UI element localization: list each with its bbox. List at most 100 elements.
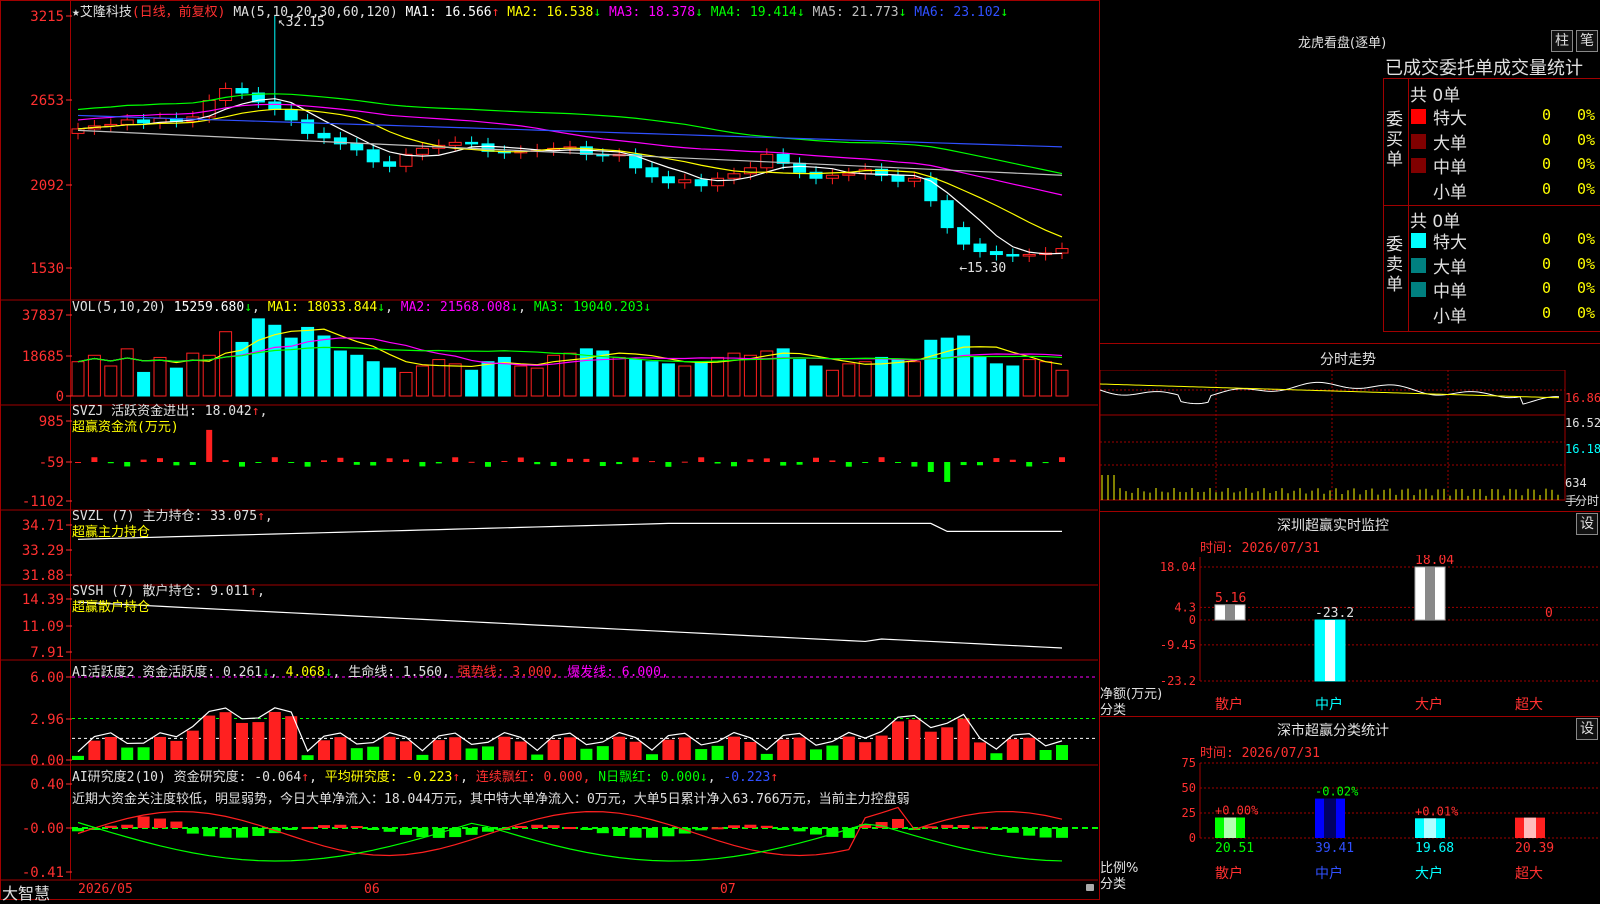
research-bar bbox=[892, 818, 904, 828]
buy-row-pct: 0% bbox=[1577, 130, 1596, 149]
buy-color-swatch bbox=[1411, 182, 1426, 198]
kline-header: ★艾隆科技(日线，前复权) MA(5,10,20,30,60,120) MA1:… bbox=[72, 1, 1008, 20]
activity-bar bbox=[711, 745, 724, 760]
svzj-bar bbox=[714, 462, 721, 464]
classify-bar-shade bbox=[1324, 798, 1336, 838]
monitor-value-label: 18.04 bbox=[1415, 555, 1454, 568]
activity-bar bbox=[465, 748, 478, 760]
classify-change-label: -0.02% bbox=[1315, 785, 1359, 799]
intraday-tick-1: 16.52 bbox=[1565, 416, 1600, 430]
monitor-category: 大户 bbox=[1415, 696, 1443, 713]
research-bar bbox=[646, 828, 658, 838]
y-tick: 14.39 bbox=[22, 592, 64, 608]
volume-bar bbox=[760, 350, 774, 397]
candle bbox=[383, 161, 397, 167]
candle bbox=[694, 179, 708, 187]
svzj-bar bbox=[157, 458, 163, 462]
monitor-settings-button[interactable]: 设 bbox=[1576, 513, 1598, 535]
volume-bar bbox=[120, 348, 134, 397]
volume-bar bbox=[907, 361, 921, 397]
y-tick: 985 bbox=[39, 414, 64, 430]
research-bar bbox=[564, 827, 576, 830]
candle bbox=[301, 119, 315, 134]
monitor-tick: -9.45 bbox=[1160, 638, 1196, 652]
research-bar bbox=[662, 828, 675, 837]
volume-bar bbox=[399, 371, 413, 397]
buy-row-count: 0 bbox=[1542, 179, 1552, 198]
candle bbox=[120, 119, 134, 125]
candle bbox=[661, 176, 675, 184]
svzj-bar bbox=[845, 462, 852, 467]
vol-ma3: MA3: 19040.203 bbox=[533, 300, 644, 315]
monitor-chart[interactable]: 18.044.30-9.45-23.25.16散户-23.2中户18.04大户0… bbox=[1100, 555, 1600, 715]
buy-color-swatch bbox=[1411, 158, 1426, 173]
activity-bar bbox=[892, 721, 904, 760]
activity-bar bbox=[1006, 739, 1019, 760]
svzj-bar bbox=[485, 462, 491, 467]
ai-active-v2: 4.068 bbox=[285, 665, 325, 680]
svzj-bar bbox=[649, 461, 655, 463]
volume-bar bbox=[743, 354, 757, 397]
activity-bar bbox=[646, 754, 658, 760]
sell-row-name: 大单 bbox=[1433, 257, 1467, 278]
svzj-bar bbox=[435, 462, 442, 464]
activity-bar bbox=[728, 736, 740, 760]
svzj-bar bbox=[681, 461, 688, 463]
activity-bar bbox=[432, 740, 445, 760]
classify-chart[interactable]: 75 50 25 0 +0.00% 20.51 散户 -0.02% 39.41 中户 +0.01% 1… bbox=[1100, 755, 1600, 900]
research-bar bbox=[613, 828, 626, 836]
intraday-chart[interactable] bbox=[1100, 370, 1600, 510]
ma-value-3: MA3: 18.378 bbox=[609, 5, 696, 20]
activity-bar bbox=[924, 731, 937, 760]
research-bar bbox=[1023, 828, 1036, 836]
research-bar bbox=[695, 828, 708, 831]
activity-bar bbox=[908, 719, 921, 760]
svzj-bar bbox=[255, 462, 262, 463]
sell-color-swatch bbox=[1411, 257, 1426, 273]
svzj-bar bbox=[567, 458, 573, 462]
intraday-tick-0: 16.86 bbox=[1565, 391, 1600, 405]
research-bar bbox=[728, 825, 740, 828]
svzj-bar bbox=[353, 462, 360, 465]
intraday-frame bbox=[1100, 343, 1600, 344]
svzl-header: SVZL (7) 主力持仓: 33.075↑, 超赢主力持仓 bbox=[72, 509, 273, 540]
volume-bar bbox=[940, 337, 954, 397]
ai-active-label: AI活跃度2 资金活跃度: 0.261 bbox=[72, 665, 263, 680]
candle bbox=[235, 88, 249, 94]
ai-life: 生命线: 1.560, bbox=[348, 665, 450, 680]
stock-name[interactable]: ★艾隆科技 bbox=[72, 5, 132, 20]
candle bbox=[825, 174, 839, 179]
volume-bar bbox=[1006, 365, 1020, 397]
buy-color-swatch bbox=[1411, 109, 1426, 124]
y-tick: 34.71 bbox=[22, 518, 64, 534]
bar-mode-button[interactable]: 柱 bbox=[1551, 30, 1573, 52]
svzj-bar bbox=[813, 457, 819, 462]
svzj-bar bbox=[1009, 459, 1016, 462]
svzj-bar bbox=[534, 462, 541, 465]
candle bbox=[711, 177, 725, 187]
lhb-header: 已成交委托单成交量统计 bbox=[1385, 58, 1583, 79]
monitor-tick: -23.2 bbox=[1160, 674, 1196, 688]
monitor-value-label: -23.2 bbox=[1315, 606, 1354, 621]
activity-bar bbox=[974, 742, 986, 760]
svzj-bar bbox=[1059, 457, 1065, 462]
activity-bar bbox=[596, 746, 609, 760]
volume-bar bbox=[858, 361, 872, 397]
research-bar bbox=[760, 825, 773, 828]
svzj-bar bbox=[829, 460, 836, 462]
lhb-row-divider bbox=[1383, 205, 1600, 206]
sell-row-count: 0 bbox=[1542, 303, 1552, 322]
monitor-frame bbox=[1100, 511, 1600, 512]
date-label-1: 06 bbox=[364, 882, 380, 897]
y-tick: 0.00 bbox=[30, 753, 64, 769]
y-tick: 2092 bbox=[30, 178, 64, 194]
svzj-bar bbox=[583, 458, 590, 462]
volume-bar bbox=[891, 359, 905, 397]
classify-settings-button[interactable]: 设 bbox=[1576, 718, 1598, 740]
kline-chart[interactable]: 3215 2653 2092 1530 37837 18685 0 985 -59 -1102 34… bbox=[0, 0, 1100, 900]
svzj-bar bbox=[386, 458, 393, 462]
classify-tick: 50 bbox=[1182, 781, 1196, 795]
lock-icon[interactable] bbox=[1086, 884, 1094, 891]
tick-mode-button[interactable]: 笔 bbox=[1576, 30, 1598, 52]
activity-bar bbox=[1023, 737, 1036, 760]
